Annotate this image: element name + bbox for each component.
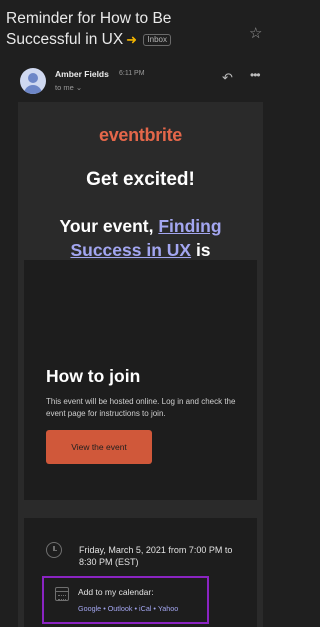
important-marker-icon[interactable]: ➜: [126, 32, 137, 47]
avatar-head: [28, 73, 38, 83]
headline: Get excited!: [86, 169, 195, 190]
calendar-links: Google • Outlook • iCal • Yahoo: [78, 604, 178, 613]
sender-row: Amber Fields 6:11 PM to me ⌄ ↶ •••: [0, 62, 266, 102]
join-description: This event will be hosted online. Log in…: [46, 397, 236, 418]
link-separator: •: [153, 604, 156, 613]
event-details-section: Friday, March 5, 2021 from 7:00 PM to 8:…: [24, 518, 257, 627]
event-prefix: Your event,: [59, 216, 159, 236]
email-subject: Reminder for How to Be Successful in UX ➜…: [6, 8, 236, 50]
avatar[interactable]: [20, 68, 46, 94]
link-separator: •: [103, 604, 106, 613]
email-body: eventbrite Get excited! Your event, Find…: [18, 102, 263, 627]
add-to-calendar-box: Add to my calendar: Google • Outlook • iCal •…: [42, 576, 209, 624]
subject-header: Reminder for How to Be Successful in UX ➜…: [0, 0, 266, 62]
sent-time: 6:11 PM: [119, 70, 145, 77]
event-datetime: Friday, March 5, 2021 from 7:00 PM to 8:…: [79, 545, 233, 567]
view-event-button[interactable]: View the event: [46, 430, 152, 464]
link-separator: •: [134, 604, 138, 613]
recipient-details[interactable]: to me ⌄: [55, 83, 82, 92]
inbox-label-badge[interactable]: Inbox: [143, 34, 171, 46]
eventbrite-logo: eventbrite: [98, 125, 183, 145]
calendar-link-outlook[interactable]: Outlook: [108, 604, 133, 613]
calendar-label: Add to my calendar:: [78, 587, 154, 597]
calendar-link-ical[interactable]: iCal: [139, 604, 151, 613]
avatar-body: [24, 85, 42, 94]
calendar-link-yahoo[interactable]: Yahoo: [158, 604, 178, 613]
star-icon[interactable]: ☆: [249, 24, 262, 42]
join-title: How to join: [46, 366, 141, 386]
sender-name[interactable]: Amber Fields: [55, 69, 109, 79]
calendar-icon: [55, 587, 69, 601]
calendar-link-google[interactable]: Google: [78, 604, 101, 613]
more-icon[interactable]: •••: [250, 68, 261, 82]
reply-icon[interactable]: ↶: [222, 70, 233, 86]
clock-icon: [46, 542, 62, 558]
